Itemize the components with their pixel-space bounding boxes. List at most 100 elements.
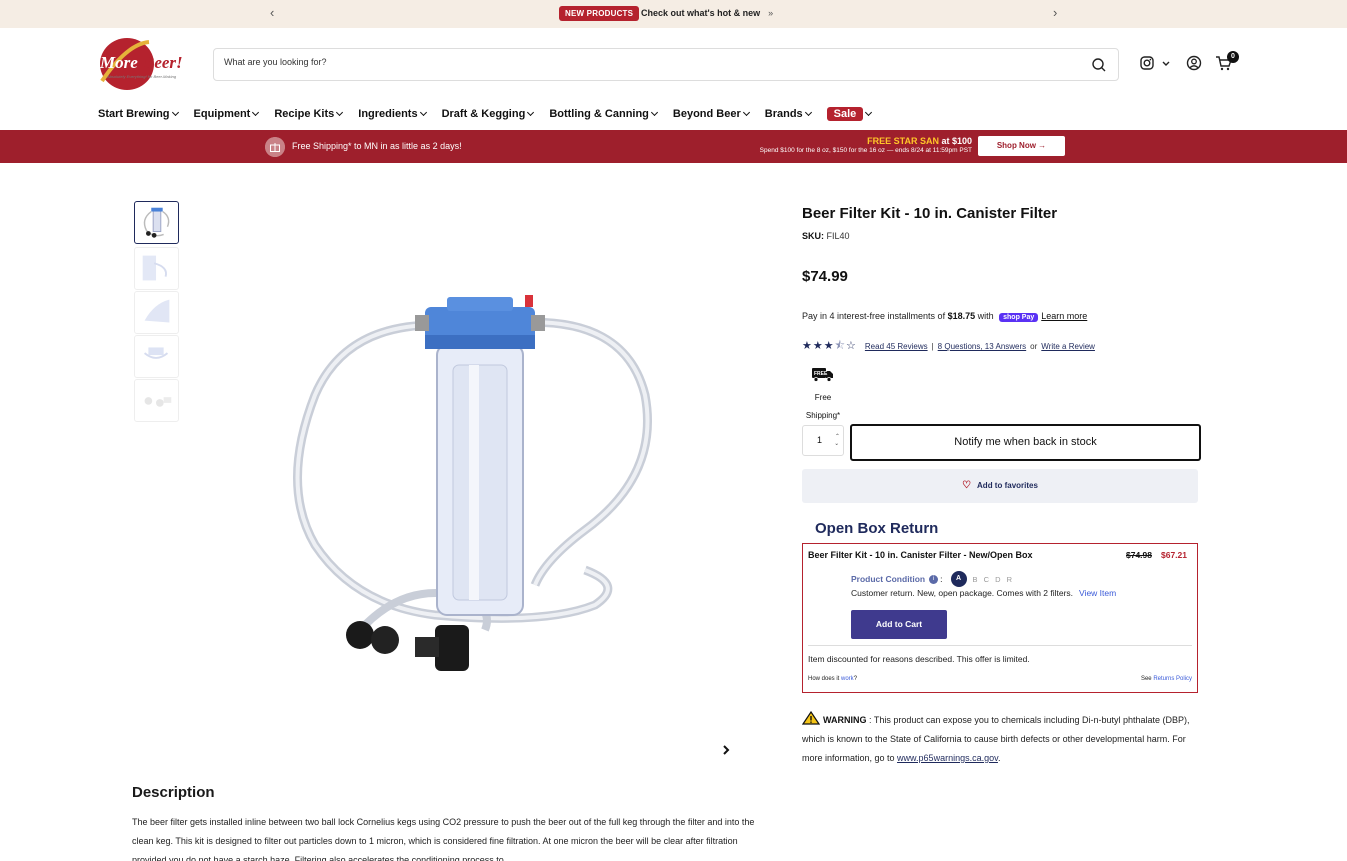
quantity-value[interactable]: 1 xyxy=(817,435,822,445)
info-icon[interactable]: i xyxy=(929,574,939,584)
heart-icon: ♡ xyxy=(962,480,972,491)
notify-me-button[interactable]: Notify me when back in stock xyxy=(850,424,1201,461)
p65-link[interactable]: www.p65warnings.ca.gov xyxy=(897,753,998,763)
chevron-down-icon xyxy=(804,108,812,117)
condition-description: Customer return. New, open package. Come… xyxy=(851,588,1116,598)
shop-pay-logo: shop Pay xyxy=(999,313,1039,322)
product-sku: SKU: FIL40 xyxy=(802,231,850,241)
gallery-thumbnail[interactable] xyxy=(134,379,179,422)
gift-icon xyxy=(265,137,285,157)
new-products-badge[interactable]: NEW PRODUCTS xyxy=(559,6,640,21)
nav-label: Start Brewing xyxy=(98,108,170,120)
chevron-left-icon[interactable]: ‹ xyxy=(270,5,274,20)
nav-label: Bottling & Canning xyxy=(549,108,649,120)
nav-equipment[interactable]: Equipment xyxy=(193,106,260,122)
nav-label: Beyond Beer xyxy=(672,108,741,120)
reviews-separator: | xyxy=(931,342,934,351)
how-it-works-link[interactable]: work xyxy=(841,676,854,682)
learn-more-link[interactable]: Learn more xyxy=(1041,311,1087,321)
account-icon[interactable] xyxy=(1185,54,1203,72)
condition-colon: : xyxy=(940,574,943,584)
star-san-detail: Spend $100 for the 8 oz, $150 for the 16… xyxy=(759,147,972,154)
nav-label: Equipment xyxy=(193,108,251,120)
search-input[interactable] xyxy=(224,57,1064,67)
nav-beyond-beer[interactable]: Beyond Beer xyxy=(672,106,750,122)
nav-label: Ingredients xyxy=(358,108,418,120)
free-shipping-label: Free Shipping* xyxy=(805,393,841,420)
condition-text: Customer return. New, open package. Come… xyxy=(851,588,1074,598)
condition-other-grades: B C D R xyxy=(972,574,1015,584)
offer-note: Item discounted for reasons described. T… xyxy=(808,654,1030,664)
instagram-icon[interactable] xyxy=(1139,54,1157,72)
nav-label: Draft & Kegging xyxy=(441,108,526,120)
star-san-highlight: FREE STAR SAN xyxy=(867,136,939,146)
announcement-text: Check out what's hot & new xyxy=(641,8,761,18)
star-san-tail: at $100 xyxy=(938,136,972,146)
nav-sale[interactable]: Sale xyxy=(826,106,873,122)
questions-link[interactable]: 8 Questions, 13 Answers xyxy=(938,342,1027,351)
reviews-or: or xyxy=(1030,342,1038,351)
free-shipping-badge: FREE Free Shipping* xyxy=(802,366,844,423)
gallery-thumbnail[interactable] xyxy=(134,247,179,290)
write-review-link[interactable]: Write a Review xyxy=(1041,342,1095,351)
condition-label: Product Condition xyxy=(851,574,926,584)
add-to-favorites-button[interactable]: ♡ Add to favorites xyxy=(802,469,1198,503)
nav-recipe-kits[interactable]: Recipe Kits xyxy=(274,106,344,122)
chevron-right-icon[interactable]: › xyxy=(1053,5,1057,20)
chevron-down-icon xyxy=(650,108,658,117)
open-box-old-price: $74.98 xyxy=(1126,550,1152,560)
read-reviews-link[interactable]: Read 45 Reviews xyxy=(865,342,928,351)
open-box-new-price: $67.21 xyxy=(1161,550,1187,560)
announcement-message[interactable]: Check out what's hot & new » xyxy=(641,8,773,18)
gallery-thumbnail[interactable] xyxy=(134,201,179,244)
nav-brands[interactable]: Brands xyxy=(765,106,812,122)
announcement-bar: ‹ NEW PRODUCTS Check out what's hot & ne… xyxy=(0,0,1347,28)
sku-value: FIL40 xyxy=(826,231,850,241)
how-it-works: How does it work? xyxy=(808,676,857,682)
quantity-stepper[interactable]: 1 ⌃ ⌄ xyxy=(802,425,844,456)
sku-label: SKU: xyxy=(802,231,824,241)
reviews-row: ★★★⯪☆ Read 45 Reviews | 8 Questions, 13 … xyxy=(802,337,1095,356)
chevron-down-icon xyxy=(419,108,427,117)
nav-label: Recipe Kits xyxy=(274,108,335,120)
favorites-label: Add to favorites xyxy=(977,481,1038,490)
nav-ingredients[interactable]: Ingredients xyxy=(358,106,427,122)
nav-draft-kegging[interactable]: Draft & Kegging xyxy=(441,106,535,122)
star-rating[interactable]: ★★★⯪☆ xyxy=(802,337,857,356)
gallery-thumbnail[interactable] xyxy=(134,335,179,378)
warning-label: WARNING xyxy=(823,715,867,725)
svg-text:Beer!: Beer! xyxy=(142,53,183,72)
shipping-message: Free Shipping* to MN in as little as 2 d… xyxy=(292,141,462,151)
truck-icon: FREE xyxy=(812,368,833,382)
morebeer-logo[interactable]: More Beer! Absolutely Everything! for Be… xyxy=(97,36,193,92)
main-nav: Start Brewing Equipment Recipe Kits Ingr… xyxy=(98,106,887,122)
installments-middle: with xyxy=(975,311,997,321)
svg-text:FREE: FREE xyxy=(814,371,828,377)
returns-policy-link[interactable]: Returns Policy xyxy=(1153,676,1192,682)
chevron-down-icon xyxy=(171,108,179,117)
search-icon[interactable] xyxy=(1090,56,1108,74)
chevron-down-icon[interactable] xyxy=(1161,54,1171,72)
returns-policy: See Returns Policy xyxy=(1141,676,1192,682)
open-box-name: Beer Filter Kit - 10 in. Canister Filter… xyxy=(808,550,1033,560)
chevron-down-icon xyxy=(527,108,535,117)
nav-start-brewing[interactable]: Start Brewing xyxy=(98,106,179,122)
nav-bottling-canning[interactable]: Bottling & Canning xyxy=(549,106,658,122)
view-item-link[interactable]: View Item xyxy=(1079,588,1116,598)
shop-now-button[interactable]: Shop Now → xyxy=(978,136,1065,156)
description-title: Description xyxy=(132,784,215,801)
increment-icon[interactable]: ⌃ xyxy=(834,433,839,440)
add-to-cart-button[interactable]: Add to Cart xyxy=(851,610,947,639)
decrement-icon[interactable]: ⌄ xyxy=(834,440,839,447)
star-san-offer: FREE STAR SAN at $100 Spend $100 for the… xyxy=(722,136,972,154)
open-box-panel: Beer Filter Kit - 10 in. Canister Filter… xyxy=(802,543,1198,693)
chevron-down-icon xyxy=(742,108,750,117)
chevron-right-icon[interactable] xyxy=(720,744,732,756)
chevron-down-icon xyxy=(336,108,344,117)
how-suffix: ? xyxy=(853,676,858,682)
open-box-heading: Open Box Return xyxy=(815,520,939,537)
product-price: $74.99 xyxy=(802,268,848,285)
chevron-down-icon xyxy=(252,108,260,117)
gallery-thumbnail[interactable] xyxy=(134,291,179,334)
product-main-image[interactable] xyxy=(285,285,665,685)
